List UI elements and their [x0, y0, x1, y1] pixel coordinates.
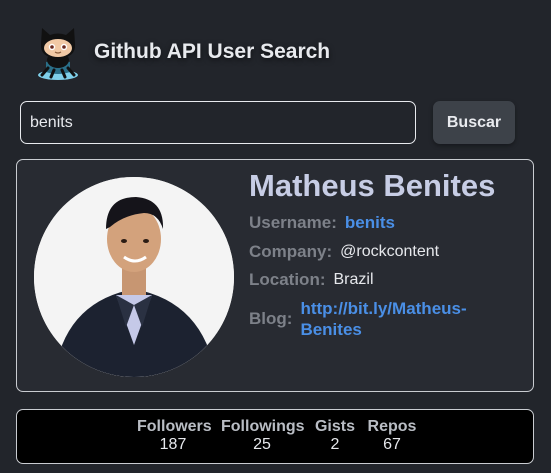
stat-followings: Followings 25 — [221, 418, 305, 454]
company-label: Company: — [249, 242, 333, 261]
location-value: Brazil — [333, 271, 374, 288]
user-full-name: Matheus Benites — [249, 168, 496, 203]
search-button[interactable]: Buscar — [433, 101, 515, 144]
stat-label: Repos — [367, 418, 417, 435]
username-row: Username: benits — [249, 213, 395, 233]
company-value: @rockcontent — [340, 243, 440, 260]
app-header: Github API User Search — [30, 20, 330, 84]
profile-card: Matheus Benites Username: benits Company… — [16, 159, 534, 392]
app-title: Github API User Search — [94, 40, 331, 63]
stat-gists: Gists 2 — [314, 418, 356, 454]
stat-value: 25 — [253, 436, 271, 453]
username-link[interactable]: benits — [345, 213, 395, 233]
stat-repos: Repos 67 — [367, 418, 417, 454]
avatar — [34, 177, 234, 377]
blog-link[interactable]: http://bit.ly/Matheus- Benites — [300, 298, 500, 340]
stat-value: 187 — [159, 436, 187, 453]
company-row: Company: @rockcontent — [249, 242, 439, 262]
stat-value: 2 — [330, 436, 340, 453]
octocat-logo-icon — [30, 22, 86, 82]
blog-row: Blog: http://bit.ly/Matheus- Benites — [249, 298, 500, 340]
stat-label: Followings — [221, 418, 305, 435]
blog-label: Blog: — [249, 309, 293, 328]
stats-card: Followers 187 Followings 25 Gists 2 Repo… — [16, 409, 534, 464]
stat-label: Followers — [137, 418, 212, 435]
stat-followers: Followers 187 — [137, 418, 212, 454]
search-input[interactable] — [20, 101, 416, 144]
blog-link-line-2: Benites — [300, 320, 362, 339]
stat-value: 67 — [383, 436, 401, 453]
stat-label: Gists — [314, 418, 355, 435]
blog-link-line-1: http://bit.ly/Matheus- — [300, 299, 467, 318]
username-label: Username: — [249, 213, 337, 232]
location-label: Location: — [249, 270, 326, 289]
location-row: Location: Brazil — [249, 270, 374, 290]
